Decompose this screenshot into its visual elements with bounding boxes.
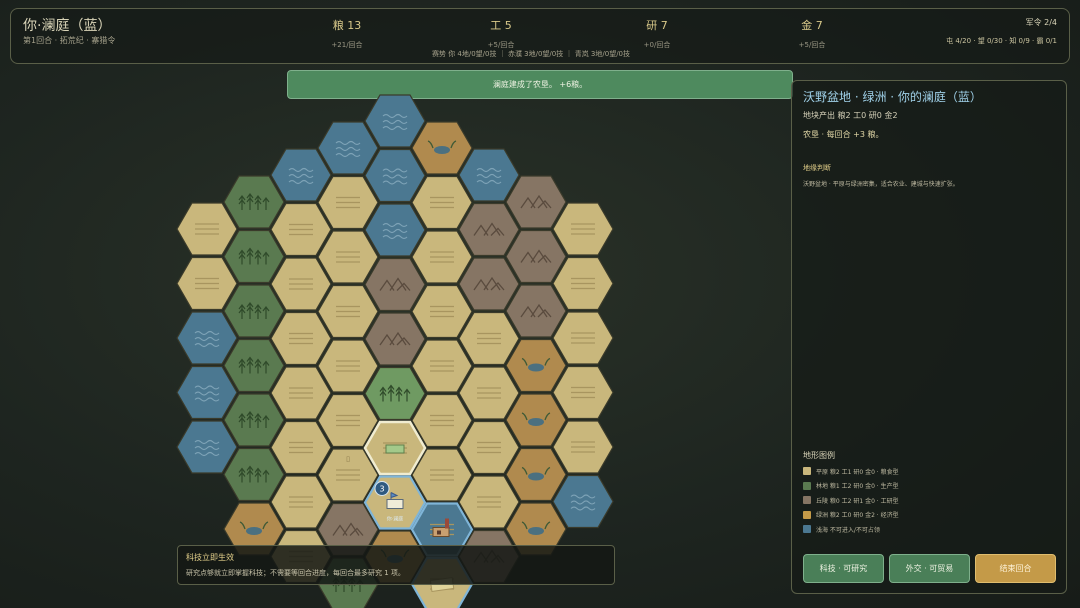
hex-tile-farm[interactable] xyxy=(363,420,427,476)
legend-label: 绿洲 粮2 工0 研0 金2 · 经济型 xyxy=(816,512,899,520)
hex-tile-grassland[interactable] xyxy=(364,366,426,421)
army-orders: 军令 2/4 xyxy=(1025,18,1057,27)
judgement-heading: 地缘判断 xyxy=(803,164,831,172)
hex-tile-shallows[interactable] xyxy=(176,420,238,474)
shallows-swatch xyxy=(803,525,811,534)
hex-tile-plains[interactable] xyxy=(270,311,332,366)
hex-tile-shallows[interactable] xyxy=(176,311,238,365)
hex-tile-plains[interactable] xyxy=(552,365,614,420)
hex-tile-oasis[interactable] xyxy=(411,121,473,175)
research-button[interactable]: 科技 · 可研究 xyxy=(803,554,884,583)
hex-tile-plains[interactable] xyxy=(317,175,379,230)
hex-tile-forest[interactable] xyxy=(223,229,285,284)
legend-label: 林地 粮1 工2 研0 金0 · 生产型 xyxy=(816,483,899,491)
hex-tile-shallows[interactable] xyxy=(458,148,520,202)
forest-swatch xyxy=(803,481,811,490)
hex-tile-plains[interactable] xyxy=(458,420,520,475)
hex-tile-plains[interactable] xyxy=(552,420,614,474)
legend-item-hills: 丘陵 粮0 工2 研1 金0 · 工研型 xyxy=(803,493,899,508)
hex-tile-plains[interactable] xyxy=(552,202,614,256)
legend-item-oasis: 绿洲 粮2 工0 研0 金2 · 经济型 xyxy=(803,508,899,523)
oasis-swatch xyxy=(803,510,811,519)
legend-label: 浅海 不可进入/不可占领 xyxy=(816,526,880,534)
hex-tile-plains[interactable] xyxy=(411,284,473,339)
hex-tile-plains[interactable] xyxy=(270,202,332,257)
hex-tile-plains[interactable] xyxy=(552,256,614,311)
hex-tile-shallows[interactable] xyxy=(364,148,426,203)
hex-tile-plains[interactable] xyxy=(270,366,332,420)
hex-tile-forest[interactable] xyxy=(223,338,285,393)
hex-tile-hills[interactable] xyxy=(364,312,426,366)
tech-tip-panel: 科技立即生效 研究点够就立即掌握科技；不需要等回合进度，每回合最多研究 1 项。 xyxy=(177,545,615,585)
victory-counters: 屯 4/20 · 望 0/30 · 知 0/9 · 霸 0/1 xyxy=(946,37,1057,45)
hex-tile-hills[interactable] xyxy=(505,229,567,284)
hex-tile-shallows[interactable] xyxy=(176,365,238,420)
legend-item-plains: 平原 粮2 工1 研0 金0 · 粮食型 xyxy=(803,464,899,479)
hex-tile-plains[interactable] xyxy=(458,311,520,366)
hex-map[interactable]: ▯ 3 你·澜庭 xyxy=(0,0,790,608)
tile-title: 沃野盆地 · 绿洲 · 你的澜庭（蓝） xyxy=(803,90,982,104)
terrain-legend: 平原 粮2 工1 研0 金0 · 粮食型 林地 粮1 工2 研0 金0 · 生产… xyxy=(803,464,899,537)
legend-label: 平原 粮2 工1 研0 金0 · 粮食型 xyxy=(816,468,899,476)
tech-tip-title: 科技立即生效 xyxy=(186,553,234,562)
legend-label: 丘陵 粮0 工2 研1 金0 · 工研型 xyxy=(816,497,899,505)
hex-tile-plains[interactable] xyxy=(317,230,379,284)
hex-tile-oasis[interactable] xyxy=(505,393,567,447)
hex-tile-shallows[interactable] xyxy=(317,121,379,175)
diplomacy-button[interactable]: 外交 · 可贸易 xyxy=(889,554,970,583)
plains-swatch xyxy=(803,467,811,476)
hills-swatch xyxy=(803,496,811,505)
hex-tile-hills[interactable] xyxy=(364,257,426,312)
legend-heading: 地形图例 xyxy=(803,451,835,460)
end-turn-button[interactable]: 结束回合 xyxy=(975,554,1056,583)
hex-tile-hills[interactable] xyxy=(458,202,520,257)
hex-tile-hills[interactable] xyxy=(505,175,567,229)
hex-tile-plains[interactable] xyxy=(176,202,238,256)
city-label: 你·澜庭 xyxy=(387,516,404,523)
hex-tile-shallows[interactable] xyxy=(364,203,426,257)
hex-tile-forest[interactable] xyxy=(223,447,285,502)
hex-tile-shallows[interactable] xyxy=(552,474,614,529)
hex-tile-forest[interactable] xyxy=(223,284,285,338)
legend-item-shallows: 浅海 不可进入/不可占领 xyxy=(803,522,899,537)
hex-tile-plains[interactable] xyxy=(317,284,379,339)
hex-tile-plains[interactable] xyxy=(458,475,520,529)
hex-tile-plains[interactable] xyxy=(270,475,332,529)
hex-tile-plains[interactable] xyxy=(411,175,473,230)
hex-tile-plains[interactable] xyxy=(458,366,520,420)
hex-tile-shallows[interactable] xyxy=(364,94,426,148)
hex-tile-plains[interactable] xyxy=(270,420,332,475)
hex-tile-oasis[interactable] xyxy=(505,338,567,393)
sign-icon: ▯ xyxy=(346,455,350,463)
farm-icon xyxy=(385,444,405,454)
tile-yield: 地块产出 粮2 工0 研0 金2 xyxy=(803,111,898,120)
legend-item-forest: 林地 粮1 工2 研0 金0 · 生产型 xyxy=(803,479,899,494)
hex-tile-plains[interactable] xyxy=(176,256,238,311)
tile-building: 农垦 · 每回合 +3 粮。 xyxy=(803,130,884,139)
hex-tile-plains[interactable] xyxy=(317,339,379,393)
hex-tile-plains[interactable] xyxy=(411,339,473,393)
hex-tile-hills[interactable] xyxy=(458,257,520,311)
tile-info-panel: 沃野盆地 · 绿洲 · 你的澜庭（蓝） 地块产出 粮2 工0 研0 金2 农垦 … xyxy=(791,80,1067,594)
hex-tile-forest[interactable] xyxy=(223,175,285,229)
unit-count: 3 xyxy=(379,485,384,494)
hex-tile-forest[interactable] xyxy=(223,393,285,447)
tech-tip-text: 研究点够就立即掌握科技；不需要等回合进度，每回合最多研究 1 项。 xyxy=(186,569,405,577)
hex-tile-plains[interactable] xyxy=(270,257,332,311)
hex-tile-plains[interactable] xyxy=(552,311,614,365)
hex-tile-shallows[interactable] xyxy=(270,148,332,202)
judgement-text: 沃野盆地 · 平原与绿洲密集，适合农业、建城与快速扩张。 xyxy=(803,181,959,188)
hex-tile-hills[interactable] xyxy=(505,284,567,338)
hex-tile-oasis[interactable] xyxy=(505,447,567,502)
hex-tile-plains[interactable] xyxy=(411,230,473,284)
